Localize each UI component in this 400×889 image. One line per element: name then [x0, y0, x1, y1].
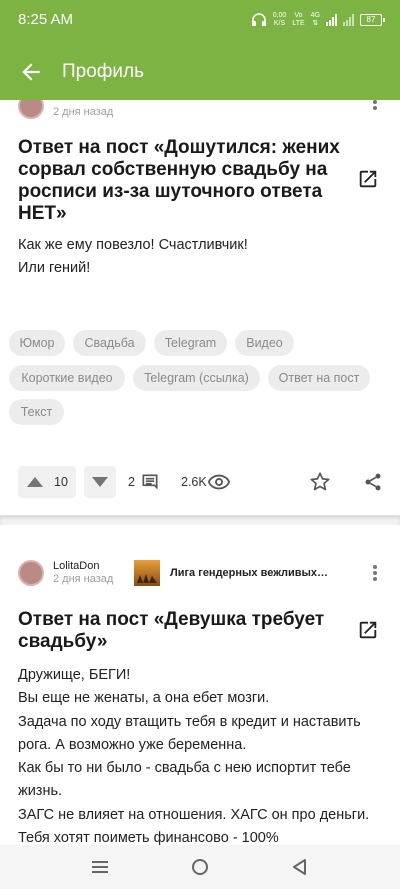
menu-icon[interactable]	[89, 857, 111, 877]
system-nav-bar	[0, 845, 400, 889]
volte-indicator: Vo LTE	[292, 12, 305, 27]
open-external-icon[interactable]	[357, 619, 379, 641]
view-count: 2.6K	[181, 475, 207, 489]
post-divider	[0, 515, 400, 525]
rating-count: 10	[54, 475, 68, 489]
post-actions: 10 2 2.6K	[0, 462, 400, 506]
headphones-icon	[251, 13, 266, 26]
signal-icon	[326, 14, 337, 26]
arrow-down-icon	[92, 477, 108, 487]
network-speed: 0,00 K/S	[272, 12, 287, 27]
avatar[interactable]	[18, 560, 44, 586]
tag-short-video[interactable]: Короткие видео	[9, 365, 125, 391]
tag-telegram-link[interactable]: Telegram (ссылка)	[133, 365, 260, 391]
post-body: Дружище, БЕГИ! Вы еще не женаты, а она е…	[18, 667, 370, 845]
post-title[interactable]: Ответ на пост «Дошутился: жених сорвал с…	[18, 137, 340, 225]
community-image	[134, 560, 160, 586]
community-name: Лига гендерных вежливых…	[170, 567, 329, 579]
share-icon[interactable]	[363, 471, 383, 493]
arrow-up-icon	[27, 477, 43, 487]
feed[interactable]: 2 дня назад Ответ на пост «Дошутился: же…	[0, 100, 400, 845]
status-bar: 8:25 AM 0,00 K/S Vo LTE 4G ⇅ 87	[0, 0, 400, 40]
upvote-button[interactable]: 10	[18, 466, 76, 498]
tag-text[interactable]: Текст	[9, 399, 64, 425]
profile-screen: 8:25 AM 0,00 K/S Vo LTE 4G ⇅ 87 Профиль …	[0, 0, 400, 889]
tag-answer[interactable]: Ответ на пост	[268, 365, 370, 391]
page-title: Профиль	[62, 61, 145, 82]
downvote-button[interactable]	[84, 466, 116, 498]
post-meta: 2 дня назад	[18, 100, 113, 120]
more-options-icon[interactable]	[373, 100, 377, 110]
tag-humor[interactable]: Юмор	[9, 330, 65, 356]
more-options-icon[interactable]	[373, 565, 377, 581]
eye-icon	[208, 474, 230, 490]
star-icon[interactable]	[309, 471, 331, 493]
network-gen: 4G ⇅	[310, 12, 320, 27]
post-body: Как же ему повезло! Счастливчик! Или ген…	[18, 237, 248, 277]
comment-count: 2	[128, 475, 135, 489]
app-bar: Профиль	[0, 48, 400, 96]
signal-2-icon	[343, 14, 354, 26]
tag-telegram[interactable]: Telegram	[154, 330, 227, 356]
author-name[interactable]: LolitaDon	[53, 560, 113, 573]
arrow-back-icon[interactable]	[18, 59, 44, 85]
status-icons: 0,00 K/S Vo LTE 4G ⇅ 87	[251, 9, 385, 31]
status-time: 8:25 AM	[18, 11, 74, 28]
home-icon[interactable]	[189, 857, 211, 877]
post-time: 2 дня назад	[53, 573, 114, 585]
post-meta: LolitaDon 2 дня назад	[18, 559, 113, 587]
top-bar: 8:25 AM 0,00 K/S Vo LTE 4G ⇅ 87 Профиль	[0, 0, 400, 100]
post-title[interactable]: Ответ на пост «Девушка требует свадьбу»	[18, 609, 340, 653]
post-time: 2 дня назад	[53, 105, 114, 118]
battery-icon: 87	[360, 14, 385, 26]
comment-icon[interactable]	[140, 472, 160, 492]
back-triangle-icon[interactable]	[289, 857, 311, 877]
avatar[interactable]	[18, 100, 44, 119]
open-external-icon[interactable]	[357, 168, 379, 190]
community-link[interactable]: Лига гендерных вежливых…	[134, 559, 330, 587]
tag-video[interactable]: Видео	[235, 330, 294, 356]
tag-wedding[interactable]: Свадьба	[73, 330, 146, 356]
